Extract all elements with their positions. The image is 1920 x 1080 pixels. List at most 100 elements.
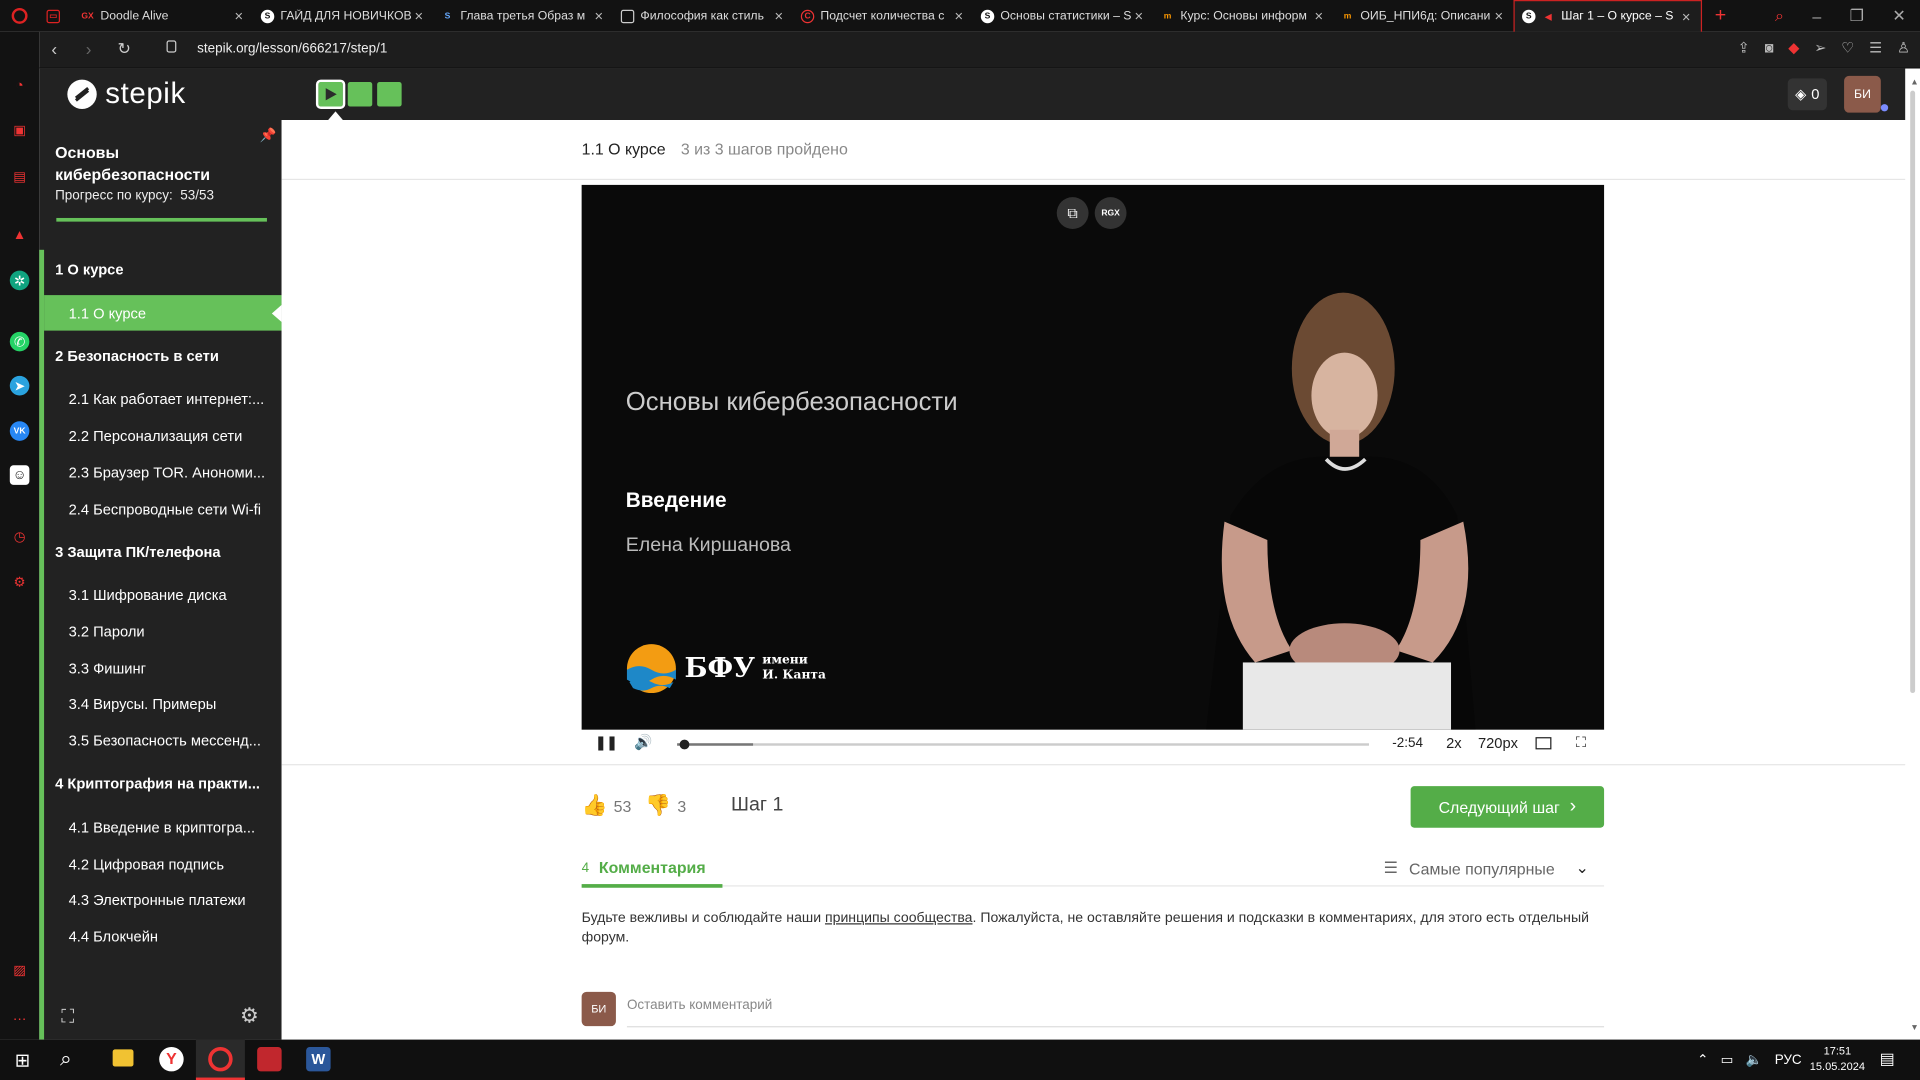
quality-button[interactable]: 720px [1478, 735, 1518, 752]
lesson-item[interactable]: 3.3 Фишинг [69, 660, 272, 677]
browser-tab[interactable]: C Подсчет количества с × [793, 0, 973, 32]
browser-tab[interactable]: m ОИБ_НПИ6д: Описани × [1333, 0, 1513, 32]
browser-tab[interactable]: m Курс: Основы информ × [1153, 0, 1333, 32]
profile-icon[interactable]: ♙ [1897, 39, 1910, 56]
community-rules-link[interactable]: принципы сообщества [825, 911, 973, 926]
close-icon[interactable]: × [591, 7, 606, 24]
browser-tab[interactable]: S ГАЙД ДЛЯ НОВИЧКОВ × [253, 0, 433, 32]
reload-icon[interactable]: ↻ [118, 39, 131, 59]
search-tabs-icon[interactable]: ⌕ [1775, 6, 1784, 26]
close-icon[interactable]: × [1679, 8, 1694, 25]
new-tab-button[interactable]: + [1702, 0, 1739, 32]
network-icon[interactable]: ▭ [1721, 1052, 1734, 1068]
lesson-item[interactable]: 4.3 Электронные платежи [69, 891, 272, 908]
video-frame[interactable]: ⧉ RGX Основы кибербезопасности Введение … [581, 184, 1605, 730]
app-icon[interactable] [257, 1046, 282, 1072]
url-input[interactable]: stepik.org/lesson/666217/step/1 [197, 42, 387, 57]
module-title[interactable]: 1 О курсе [55, 261, 123, 278]
word-icon[interactable]: W [306, 1046, 331, 1072]
lesson-item[interactable]: 1.1 О курсе [69, 305, 272, 322]
module-title[interactable]: 4 Криптография на практи... [55, 775, 260, 792]
next-step-button[interactable]: Следующий шаг › [1410, 786, 1605, 828]
lesson-item[interactable]: 3.5 Безопасность мессенд... [69, 732, 272, 749]
lesson-item[interactable]: 2.4 Беспроводные сети Wi-fi [69, 501, 272, 518]
close-icon[interactable]: × [411, 7, 426, 24]
clock[interactable]: 17:51 15.05.2024 [1810, 1043, 1865, 1075]
tab-pinned[interactable]: ▭ [39, 0, 73, 32]
avatar[interactable]: БИ [1844, 75, 1881, 113]
browser-tab[interactable]: S Основы статистики – S × [973, 0, 1153, 32]
lock-icon[interactable] [166, 40, 177, 53]
volume-tray-icon[interactable]: 🔈 [1746, 1052, 1763, 1068]
speed-dial-icon[interactable]: ◔ [10, 76, 30, 96]
minimize-icon[interactable]: – [1812, 7, 1821, 25]
lesson-item[interactable]: 4.1 Введение в криптогра... [69, 819, 272, 836]
telegram-icon[interactable]: ➤ [9, 375, 30, 396]
lesson-item[interactable]: 4.2 Цифровая подпись [69, 856, 272, 873]
settings-icon[interactable]: ⚙ [10, 572, 30, 592]
settings-gear-icon[interactable]: ⚙ [240, 1004, 259, 1028]
lesson-item[interactable]: 3.1 Шифрование диска [69, 587, 272, 604]
sort-dropdown[interactable]: ☰ Самые популярные ⌄ [1384, 858, 1589, 878]
whatsapp-icon[interactable]: ✆ [9, 331, 30, 352]
scrollbar-thumb[interactable] [1910, 90, 1916, 694]
language-indicator[interactable]: РУС [1775, 1052, 1802, 1067]
browser-tab[interactable]: Философия как стиль × [613, 0, 793, 32]
taskbar-active-app[interactable] [195, 1039, 245, 1080]
search-icon[interactable]: ⌕ [60, 1047, 72, 1071]
lesson-item[interactable]: 2.2 Персонализация сети [69, 427, 272, 444]
course-title[interactable]: Основы кибербезопасности [55, 142, 239, 186]
comment-input[interactable]: Оставить комментарий [626, 998, 1605, 1028]
forward-icon[interactable]: › [86, 39, 92, 59]
restore-icon[interactable]: ❐ [1850, 6, 1864, 26]
window-close-icon[interactable]: ✕ [1892, 6, 1905, 26]
back-icon[interactable]: ‹ [51, 39, 57, 59]
step-video-button[interactable] [315, 79, 346, 109]
stepik-logo[interactable]: stepik [66, 77, 186, 111]
notifications-icon[interactable]: ▤ [1880, 1049, 1895, 1069]
copy-video-icon[interactable]: ⧉ [1056, 197, 1089, 229]
close-icon[interactable]: × [771, 7, 786, 24]
dislike-button[interactable]: 👎 3 [645, 793, 686, 817]
send-icon[interactable]: ➢ [1814, 39, 1826, 56]
vk-icon[interactable]: VK [9, 421, 30, 441]
discord-icon[interactable]: ☺ [9, 465, 30, 485]
pause-icon[interactable]: ❚❚ [595, 735, 618, 751]
step-text-button[interactable] [377, 82, 402, 107]
gallery-icon[interactable]: ▨ [10, 960, 30, 980]
yandex-browser-icon[interactable]: Y [159, 1046, 184, 1072]
lesson-item[interactable]: 2.1 Как работает интернет:... [69, 391, 272, 408]
chatgpt-icon[interactable]: ✲ [9, 270, 30, 291]
volume-icon[interactable]: 🔊 [634, 733, 652, 750]
browser-tab-active[interactable]: S ◀ Шаг 1 – О курсе – S × [1513, 0, 1703, 32]
scroll-down-icon[interactable]: ▼ [1910, 1024, 1918, 1033]
more-icon[interactable]: ⋯ [10, 1009, 30, 1029]
twitch-icon[interactable]: ▤ [10, 167, 30, 187]
file-explorer-icon[interactable] [112, 1049, 134, 1067]
tab-comments[interactable]: 4 Комментария [582, 858, 706, 876]
history-icon[interactable]: ◷ [10, 527, 30, 547]
lesson-item[interactable]: 3.4 Вирусы. Примеры [69, 696, 272, 713]
pin-icon[interactable]: 📌 [260, 127, 277, 144]
streak-counter[interactable]: ◈ 0 [1787, 78, 1827, 111]
like-button[interactable]: 👍 53 [582, 793, 632, 817]
step-text-button[interactable] [347, 82, 373, 107]
picture-in-picture-icon[interactable] [1535, 737, 1552, 750]
fullscreen-icon[interactable]: ⛶ [61, 1007, 74, 1028]
video-progress-track[interactable] [677, 739, 1369, 750]
module-title[interactable]: 3 Защита ПК/телефона [55, 544, 220, 561]
share-icon[interactable]: ⇪ [1738, 39, 1750, 56]
pen-icon[interactable]: ▲ [10, 225, 30, 245]
lesson-item[interactable]: 4.4 Блокчейн [69, 928, 272, 945]
heart-icon[interactable]: ♡ [1841, 39, 1854, 56]
menu-icon[interactable]: ☰ [1869, 39, 1882, 56]
close-icon[interactable]: × [231, 7, 246, 24]
adblock-icon[interactable]: ◆ [1788, 39, 1799, 56]
close-icon[interactable]: × [1311, 7, 1326, 24]
camera-icon[interactable]: ◙ [1765, 39, 1774, 56]
close-icon[interactable]: × [1131, 7, 1146, 24]
page-scrollbar[interactable]: ▲ ▼ [1905, 68, 1920, 1040]
browser-tab[interactable]: GX Doodle Alive × [73, 0, 253, 32]
close-icon[interactable]: × [1491, 7, 1506, 24]
video-fullscreen-icon[interactable]: ⛶ [1576, 733, 1586, 751]
